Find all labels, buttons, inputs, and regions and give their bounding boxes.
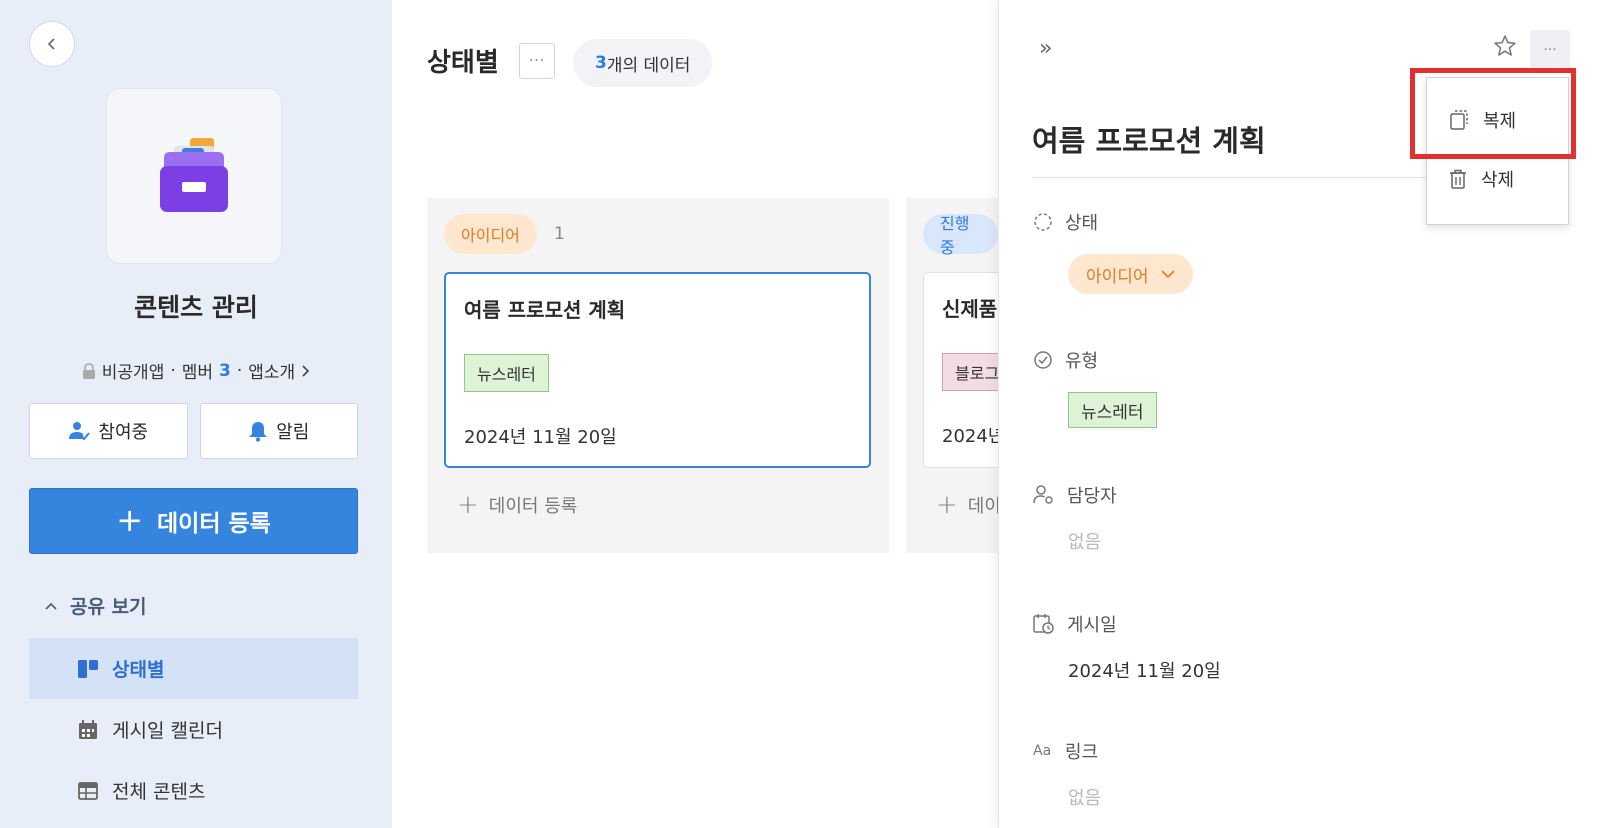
favorite-button[interactable] [1493, 34, 1517, 62]
notify-label: 알림 [276, 422, 310, 443]
plus-icon: + [116, 500, 143, 539]
prop-label-text: 유형 [1065, 351, 1099, 372]
assignee-property-label: 담당자 [1033, 482, 1117, 508]
card-date: 2024년 [942, 426, 998, 447]
notify-button[interactable]: 알림 [199, 403, 358, 459]
member-count[interactable]: 3 [219, 361, 231, 381]
type-tag[interactable]: 뉴스레터 [1068, 392, 1157, 428]
publish-date-value[interactable]: 2024년 11월 20일 [1068, 657, 1221, 683]
star-icon [1494, 35, 1516, 56]
nav-label: 게시일 캘린더 [112, 720, 223, 742]
status-badge: 아이디어 [444, 214, 537, 254]
data-count-suffix: 개의 데이터 [606, 55, 691, 76]
status-property-label: 상태 [1033, 209, 1098, 235]
meta-separator: · [170, 360, 176, 381]
data-count-badge: 3 개의 데이터 [573, 39, 713, 87]
type-property-label: 유형 [1033, 347, 1098, 373]
board-column-in-progress: 진행중 신제품 블로그 2024년 + 데이터 등록 [906, 198, 998, 553]
member-label[interactable]: 멤버 [182, 358, 213, 383]
add-data-button[interactable]: + 데이터 등록 [936, 490, 998, 520]
column-count: 1 [554, 224, 565, 244]
more-options-menu: 복제 삭제 [1426, 77, 1569, 225]
card-title: 신제품 [942, 297, 998, 321]
status-badge: 진행중 [923, 214, 998, 257]
board-column-idea: 아이디어 1 여름 프로모션 계획 뉴스레터 2024년 11월 20일 + 데… [427, 198, 889, 553]
status-dashed-circle-icon [1034, 213, 1052, 231]
menu-label: 복제 [1483, 111, 1517, 132]
app-icon [106, 88, 282, 264]
nav-label: 전체 콘텐츠 [112, 781, 206, 803]
detail-title: 여름 프로모션 계획 [1032, 124, 1266, 158]
register-data-button[interactable]: + 데이터 등록 [29, 488, 358, 554]
nav-item-calendar[interactable]: 게시일 캘린더 [29, 699, 358, 760]
visibility-label: 비공개앱 [101, 363, 165, 383]
register-label: 데이터 등록 [157, 511, 271, 537]
action-buttons: 참여중 알림 [29, 403, 358, 459]
copy-icon [1450, 110, 1468, 130]
view-more-button[interactable]: ··· [519, 43, 555, 79]
app-intro-link[interactable]: 앱소개 [248, 358, 295, 383]
app-meta: 비공개앱 · 멤버 3 · 앱소개 [0, 358, 392, 383]
data-count: 3 [595, 53, 607, 73]
assignee-value[interactable]: 없음 [1068, 528, 1101, 554]
chevron-left-icon [47, 38, 55, 50]
menu-item-delete[interactable]: 삭제 [1427, 151, 1568, 207]
status-select[interactable]: 아이디어 [1068, 254, 1193, 294]
user-gear-icon [1033, 485, 1053, 504]
plus-icon: + [936, 490, 958, 520]
section-label: 공유 보기 [70, 596, 147, 618]
prop-label-text: 링크 [1065, 742, 1099, 763]
trash-icon [1450, 169, 1466, 189]
user-check-icon [69, 422, 91, 441]
publish-date-property-label: 게시일 [1033, 611, 1117, 637]
join-button[interactable]: 참여중 [29, 403, 188, 459]
status-value: 아이디어 [1086, 266, 1149, 287]
kanban-icon [78, 659, 98, 678]
card-date: 2024년 11월 20일 [464, 427, 617, 448]
more-options-button[interactable]: ··· [1530, 30, 1570, 70]
link-value[interactable]: 없음 [1068, 784, 1101, 810]
text-format-icon: Aa [1033, 743, 1052, 759]
app-title: 콘텐츠 관리 [134, 293, 258, 322]
check-circle-icon [1034, 351, 1052, 369]
calendar-icon [79, 719, 97, 739]
add-data-button[interactable]: + 데이터 등록 [457, 490, 577, 520]
chevron-right-icon[interactable] [301, 364, 310, 378]
type-tag: 뉴스레터 [464, 354, 549, 392]
board-card[interactable]: 여름 프로모션 계획 뉴스레터 2024년 11월 20일 [444, 272, 871, 468]
nav-item-all-content[interactable]: 전체 콘텐츠 [29, 760, 358, 821]
sidebar: 콘텐츠 관리 비공개앱 · 멤버 3 · 앱소개 참여중 알림 + 데이터 등록… [0, 0, 392, 828]
table-icon [78, 781, 98, 800]
prop-label-text: 게시일 [1067, 615, 1117, 636]
add-data-label: 데이터 등록 [488, 496, 578, 517]
link-property-label: Aa 링크 [1033, 738, 1098, 764]
shared-views-toggle[interactable]: 공유 보기 [44, 592, 147, 619]
join-label: 참여중 [98, 422, 149, 443]
page-title: 상태별 [427, 48, 499, 78]
meta-separator: · [236, 360, 243, 381]
back-button[interactable] [29, 21, 75, 67]
bell-icon [249, 422, 268, 442]
board-card[interactable]: 신제품 블로그 2024년 [923, 272, 998, 468]
nav-label: 상태별 [112, 659, 165, 681]
nav-item-status[interactable]: 상태별 [29, 638, 358, 699]
calendar-clock-icon [1033, 614, 1054, 634]
lock-icon [82, 362, 95, 379]
collapse-panel-button[interactable]: » [1039, 36, 1052, 61]
menu-label: 삭제 [1481, 170, 1515, 191]
add-data-label: 데이터 등록 [967, 496, 998, 517]
chevron-up-icon [45, 602, 57, 610]
plus-icon: + [457, 490, 479, 520]
type-tag: 블로그 [942, 353, 998, 391]
chevron-down-icon [1160, 269, 1175, 278]
prop-label-text: 상태 [1065, 213, 1099, 234]
archive-box-icon [160, 138, 228, 212]
prop-label-text: 담당자 [1067, 486, 1117, 507]
menu-item-duplicate[interactable]: 복제 [1427, 92, 1568, 148]
card-title: 여름 프로모션 계획 [464, 298, 626, 322]
